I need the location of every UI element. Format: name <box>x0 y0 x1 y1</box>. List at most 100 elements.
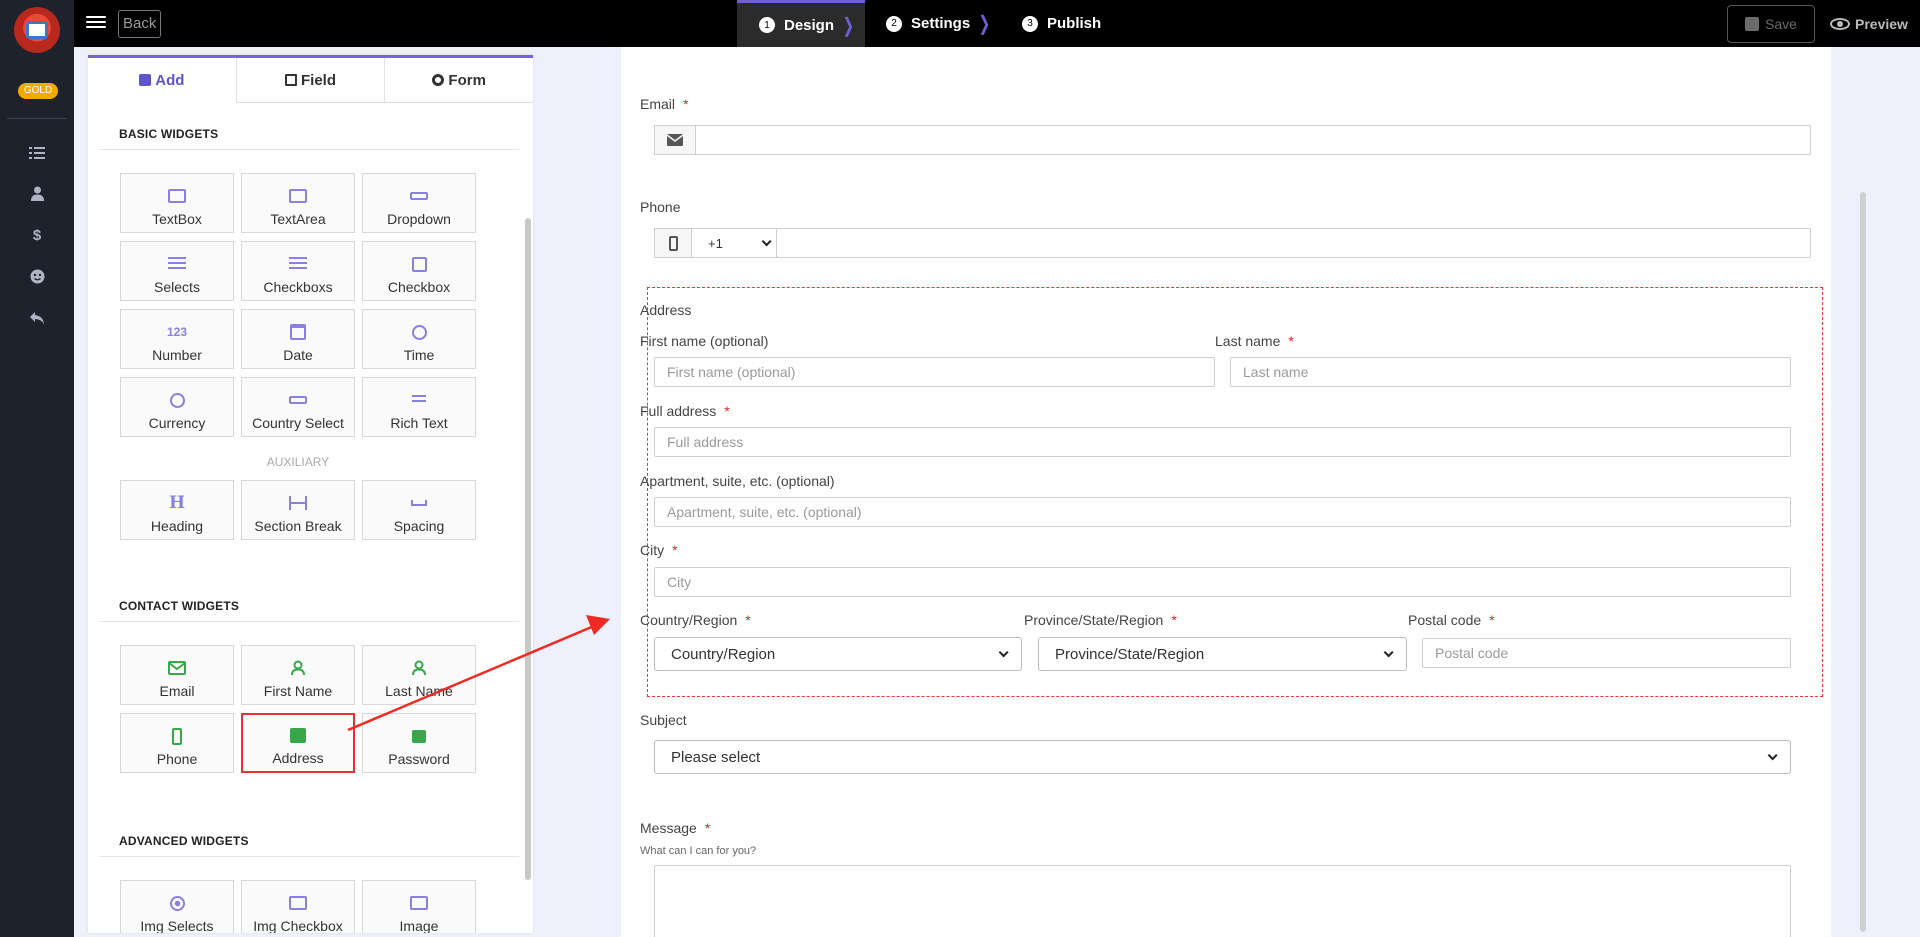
envelope-icon <box>168 659 186 677</box>
user-icon <box>411 659 427 677</box>
tab-field[interactable]: Field <box>237 58 386 102</box>
tab-add[interactable]: Add <box>88 58 237 103</box>
chevron-down-icon <box>1383 646 1394 657</box>
widget-dropdown[interactable]: Dropdown <box>362 173 476 233</box>
panel-tabs: Add Field Form <box>88 58 533 103</box>
images-check-icon <box>289 894 307 912</box>
step-settings[interactable]: 2 Settings ❯ <box>886 0 993 47</box>
widget-img-selects[interactable]: Img Selects <box>120 880 234 933</box>
step-publish[interactable]: 3 Publish <box>1022 0 1101 47</box>
smile-icon[interactable] <box>27 266 47 286</box>
chevron-down-icon <box>1767 749 1778 760</box>
city-label: City * <box>640 542 678 558</box>
phone-label: Phone <box>640 199 681 215</box>
postal-code-field[interactable] <box>1422 638 1791 668</box>
save-button[interactable]: Save <box>1727 5 1815 43</box>
back-button[interactable]: Back <box>118 10 162 38</box>
widget-selects[interactable]: Selects <box>120 241 234 301</box>
app-logo[interactable] <box>14 7 60 53</box>
form-preview: Email * Phone +1 Address First name (opti… <box>621 47 1831 937</box>
hamburger-menu-icon[interactable] <box>86 13 106 33</box>
widget-section-break[interactable]: Section Break <box>241 480 355 540</box>
save-label: Save <box>1765 16 1797 32</box>
eye-icon <box>1830 17 1850 30</box>
first-name-field[interactable] <box>654 357 1215 387</box>
step-number: 2 <box>886 15 902 32</box>
dollar-icon[interactable]: $ <box>27 225 47 245</box>
widget-panel: Add Field Form BASIC WIDGETS TextBox Tex… <box>88 55 533 933</box>
step-label: Publish <box>1047 15 1102 32</box>
message-help-text: What can I can for you? <box>640 845 757 857</box>
widget-textarea[interactable]: TextArea <box>241 173 355 233</box>
widget-phone[interactable]: Phone <box>120 713 234 773</box>
number-icon: 123 <box>166 325 188 339</box>
country-region-select[interactable]: Country/Region <box>654 637 1022 671</box>
widget-rich-text[interactable]: Rich Text <box>362 377 476 437</box>
user-icon <box>290 659 306 677</box>
gold-badge: GOLD <box>18 83 58 99</box>
address-heading: Address <box>640 302 692 318</box>
spacing-icon <box>411 494 427 512</box>
widget-country-select[interactable]: Country Select <box>241 377 355 437</box>
undo-icon[interactable] <box>27 308 47 328</box>
widget-password[interactable]: Password <box>362 713 476 773</box>
user-icon[interactable] <box>27 183 47 203</box>
widget-currency[interactable]: Currency <box>120 377 234 437</box>
checklist-icon <box>289 255 307 273</box>
first-name-label: First name (optional) <box>640 333 769 349</box>
step-design[interactable]: 1 Design ❯ <box>737 0 865 47</box>
chevron-down-icon <box>998 646 1009 657</box>
envelope-icon <box>654 125 696 155</box>
widget-checkboxs[interactable]: Checkboxs <box>241 241 355 301</box>
phone-field[interactable] <box>776 228 1811 258</box>
image-icon <box>410 894 428 912</box>
tab-form[interactable]: Form <box>385 58 533 102</box>
gear-icon <box>432 74 445 86</box>
form-canvas: Email * Phone +1 Address First name (opti… <box>546 47 1920 937</box>
province-label: Province/State/Region * <box>1024 612 1177 628</box>
widget-last-name[interactable]: Last Name <box>362 645 476 705</box>
widget-checkbox[interactable]: Checkbox <box>362 241 476 301</box>
last-name-label: Last name * <box>1215 333 1294 349</box>
heading-icon: H <box>168 493 186 513</box>
list-icon[interactable] <box>27 143 47 163</box>
address-book-icon <box>290 726 306 744</box>
mobile-phone-icon <box>654 228 692 258</box>
subject-select[interactable]: Please select <box>654 740 1791 774</box>
divider <box>99 149 519 150</box>
last-name-field[interactable] <box>1230 357 1791 387</box>
widget-email[interactable]: Email <box>120 645 234 705</box>
step-label: Settings <box>911 15 971 32</box>
widget-date[interactable]: Date <box>241 309 355 369</box>
section-heading: ADVANCED WIDGETS <box>119 834 249 848</box>
widget-img-checkbox[interactable]: Img Checkbox <box>241 880 355 933</box>
widget-address[interactable]: Address <box>241 713 355 773</box>
floppy-disk-icon <box>1745 17 1760 31</box>
message-textarea[interactable] <box>654 865 1791 937</box>
panel-scrollbar[interactable] <box>525 218 531 880</box>
widget-textbox[interactable]: TextBox <box>120 173 234 233</box>
textarea-icon <box>289 187 307 205</box>
widget-number[interactable]: 123 Number <box>120 309 234 369</box>
province-select[interactable]: Province/State/Region <box>1038 637 1407 671</box>
step-number: 1 <box>759 17 775 33</box>
email-field[interactable] <box>695 125 1811 155</box>
widget-first-name[interactable]: First Name <box>241 645 355 705</box>
preview-label: Preview <box>1855 15 1908 32</box>
widget-image[interactable]: Image <box>362 880 476 933</box>
preview-button[interactable]: Preview <box>1830 0 1908 47</box>
widget-heading[interactable]: H Heading <box>120 480 234 540</box>
rail-divider <box>7 118 67 119</box>
apartment-label: Apartment, suite, etc. (optional) <box>640 473 835 489</box>
auxiliary-heading: AUXILIARY <box>266 455 330 469</box>
canvas-scrollbar[interactable] <box>1860 192 1866 932</box>
message-label: Message * <box>640 820 711 836</box>
full-address-field[interactable] <box>654 427 1791 457</box>
widget-spacing[interactable]: Spacing <box>362 480 476 540</box>
chevron-right-icon: ❯ <box>978 13 991 35</box>
chevron-right-icon: ❯ <box>842 14 855 37</box>
phone-country-code-select[interactable]: +1 <box>691 228 777 258</box>
widget-time[interactable]: Time <box>362 309 476 369</box>
city-field[interactable] <box>654 567 1791 597</box>
apartment-field[interactable] <box>654 497 1791 527</box>
